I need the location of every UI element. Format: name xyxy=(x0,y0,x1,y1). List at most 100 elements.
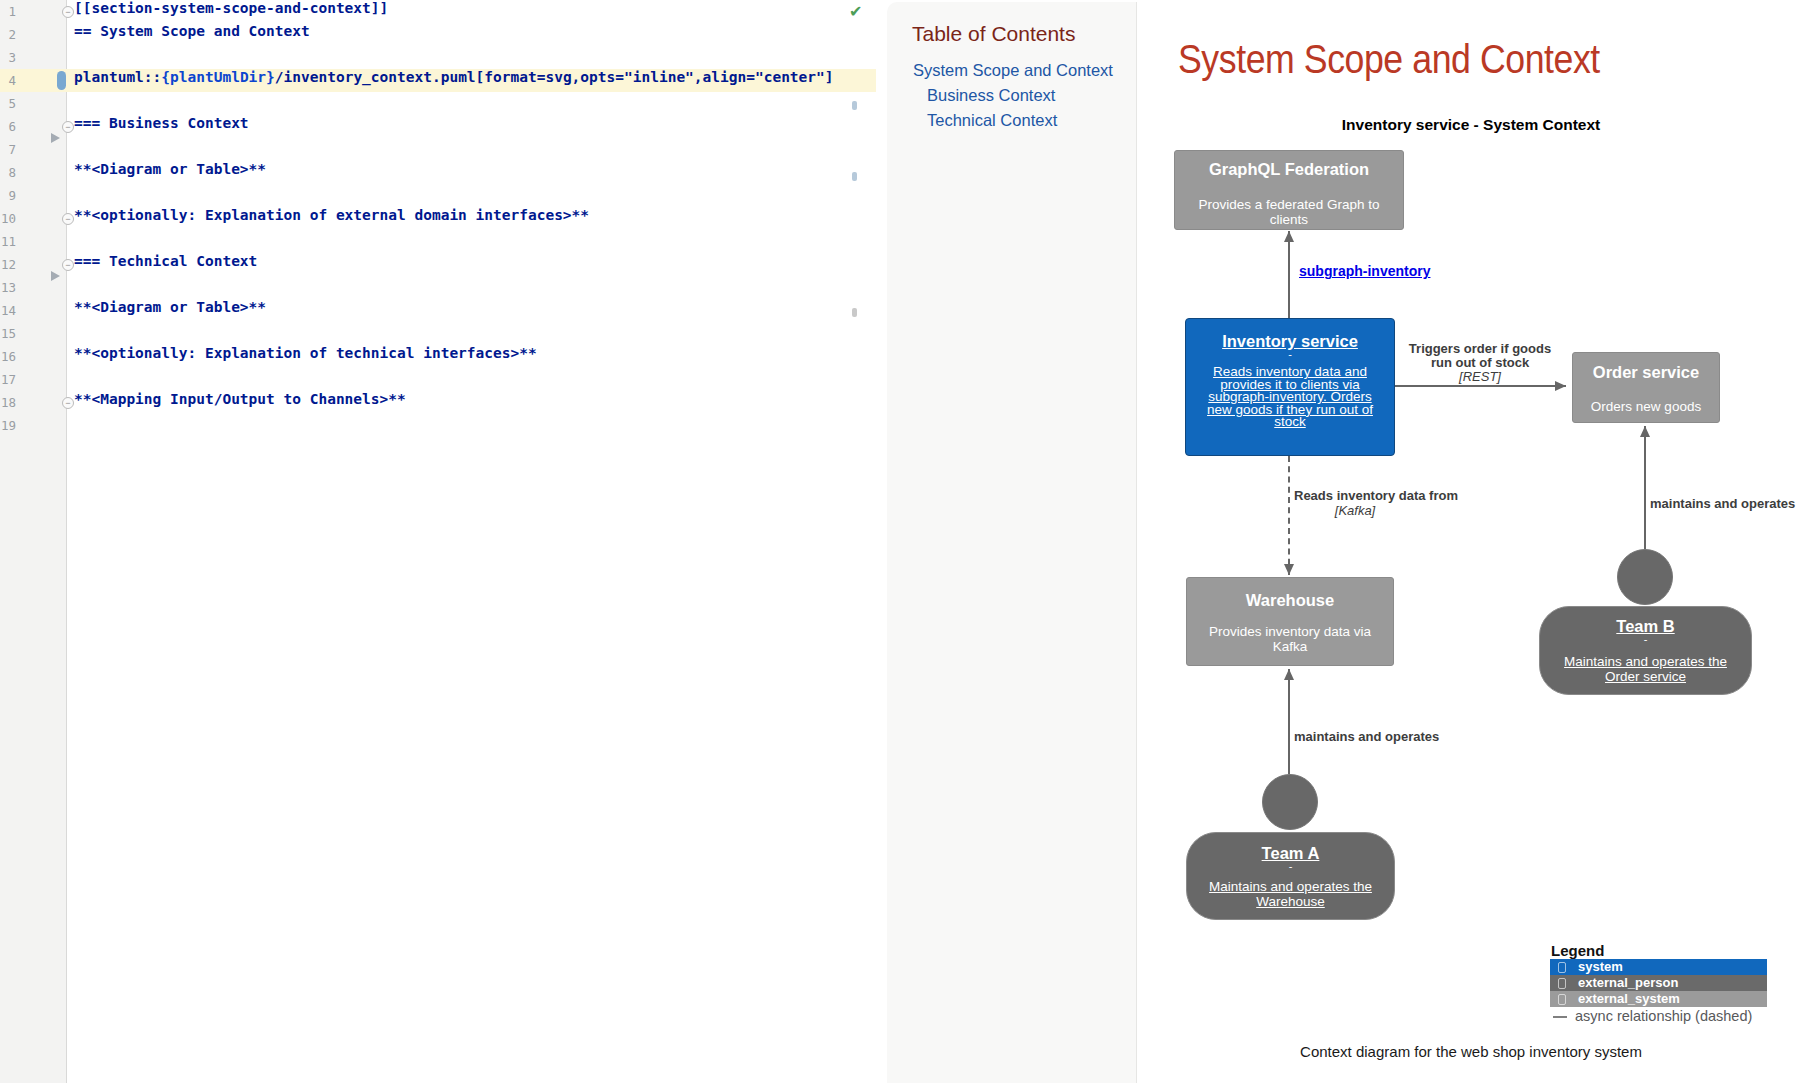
legend-title: Legend xyxy=(1551,942,1604,959)
team-b-head xyxy=(1617,549,1673,605)
legend-box-icon xyxy=(1558,978,1566,989)
team-a-head xyxy=(1262,774,1318,830)
node-description: Maintains and operates the Order service xyxy=(1546,654,1745,684)
legend-box-icon xyxy=(1558,994,1566,1005)
legend-row-external_person: external_person xyxy=(1550,975,1767,991)
toc-item[interactable]: Technical Context xyxy=(927,111,1057,130)
section-marker-icon[interactable] xyxy=(51,271,60,281)
line-number: 13 xyxy=(0,276,16,299)
scrollbar-mark xyxy=(852,308,857,317)
code-segment: **<Mapping Input/Output to Channels>** xyxy=(74,391,406,407)
caret xyxy=(57,71,66,90)
legend-row-system: system xyxy=(1550,959,1767,975)
code-segment: **<optionally: Explanation of external d… xyxy=(74,207,589,223)
line-number: 11 xyxy=(0,230,16,253)
toc-item[interactable]: Business Context xyxy=(927,86,1055,105)
code-line[interactable]: plantuml::{plantUmlDir}/inventory_contex… xyxy=(74,69,834,92)
code-line[interactable]: [[section-system-scope-and-context]] xyxy=(74,0,388,23)
legend-label: external_person xyxy=(1578,975,1678,991)
code-line[interactable]: === Business Context xyxy=(74,115,249,138)
line-number: 3 xyxy=(0,46,16,69)
code-line[interactable]: **<optionally: Explanation of technical … xyxy=(74,345,537,368)
legend-row-external_system: external_system xyxy=(1550,991,1767,1007)
line-number: 10 xyxy=(0,207,16,230)
code-segment: **<Diagram or Table>** xyxy=(74,299,266,315)
code-segment: plantuml:: xyxy=(74,69,161,85)
line-number: 5 xyxy=(0,92,16,115)
arrowhead-team-a-to-warehouse xyxy=(1284,669,1294,680)
fold-icon[interactable]: − xyxy=(62,121,74,133)
edge-label: maintains and operates xyxy=(1294,729,1439,744)
code-line[interactable]: **<Mapping Input/Output to Channels>** xyxy=(74,391,406,414)
code-segment: {plantUmlDir} xyxy=(161,69,275,85)
edge-label: [Kafka] xyxy=(1205,503,1505,518)
toc-panel: Table of Contents System Scope and Conte… xyxy=(887,2,1137,1083)
line-number: 8 xyxy=(0,161,16,184)
edge-team-a-to-warehouse xyxy=(1288,669,1290,774)
node-description: Orders new goods xyxy=(1579,399,1713,414)
diagram-node-team-a[interactable]: Team A-Maintains and operates the Wareho… xyxy=(1186,832,1395,920)
section-marker-icon[interactable] xyxy=(51,133,60,143)
line-number: 14 xyxy=(0,299,16,322)
line-number: 12 xyxy=(0,253,16,276)
edge-inventory-to-graphql xyxy=(1288,231,1290,318)
line-number: 19 xyxy=(0,414,16,437)
code-segment: == System Scope and Context xyxy=(74,23,310,39)
code-line[interactable]: **<Diagram or Table>** xyxy=(74,161,266,184)
line-number: 15 xyxy=(0,322,16,345)
diagram-node-graphql-federation: GraphQL Federation Provides a federated G… xyxy=(1174,150,1404,230)
code-segment: === Business Context xyxy=(74,115,249,131)
toc-item[interactable]: System Scope and Context xyxy=(913,61,1113,80)
diagram-node-inventory-service[interactable]: Inventory service-Reads inventory data a… xyxy=(1185,318,1395,456)
edge-label: Reads inventory data from xyxy=(1294,488,1458,503)
arrowhead-inventory-to-warehouse xyxy=(1284,564,1294,575)
code-segment: [[section-system-scope-and-context]] xyxy=(74,0,388,16)
diagram-node-warehouse: WarehouseProvides inventory data via Kaf… xyxy=(1186,577,1394,666)
arrowhead-team-b-to-order xyxy=(1640,426,1650,437)
node-description: Maintains and operates the Warehouse xyxy=(1193,879,1388,909)
fold-icon[interactable]: − xyxy=(62,6,74,18)
fold-icon[interactable]: − xyxy=(62,259,74,271)
line-number: 7 xyxy=(0,138,16,161)
code-segment: **<optionally: Explanation of technical … xyxy=(74,345,537,361)
code-line[interactable]: == System Scope and Context xyxy=(74,23,310,46)
inspections-ok-icon[interactable]: ✔ xyxy=(849,2,862,21)
legend-label: external_system xyxy=(1578,991,1680,1007)
line-number: 6 xyxy=(0,115,16,138)
code-line[interactable]: **<optionally: Explanation of external d… xyxy=(74,207,589,230)
line-number: 1 xyxy=(0,0,16,23)
fold-icon[interactable]: − xyxy=(62,213,74,225)
code-line[interactable]: **<Diagram or Table>** xyxy=(74,299,266,322)
diagram-title: Inventory service - System Context xyxy=(1171,116,1771,134)
edge-label[interactable]: subgraph-inventory xyxy=(1299,263,1430,279)
scrollbar-mark xyxy=(852,172,857,181)
legend-box-icon xyxy=(1558,962,1566,973)
edge-label: Triggers order if goods xyxy=(1330,341,1630,356)
line-number: 2 xyxy=(0,23,16,46)
node-separator: - xyxy=(1540,636,1751,643)
ide-window: 1−[[section-system-scope-and-context]]2=… xyxy=(0,0,1814,1083)
diagram-node-team-b[interactable]: Team B-Maintains and operates the Order … xyxy=(1539,606,1752,695)
legend-async-note: async relationship (dashed) xyxy=(1553,1008,1752,1024)
edge-label: [REST] xyxy=(1330,369,1630,384)
code-segment: === Technical Context xyxy=(74,253,257,269)
toc-title: Table of Contents xyxy=(912,22,1075,46)
line-number: 4 xyxy=(0,69,16,92)
line-number: 17 xyxy=(0,368,16,391)
page-title: System Scope and Context xyxy=(1178,36,1600,83)
diagram-caption: Context diagram for the web shop invento… xyxy=(1171,1043,1771,1060)
node-title: Warehouse xyxy=(1187,591,1393,610)
node-title: GraphQL Federation xyxy=(1175,160,1403,179)
dash-line-icon xyxy=(1553,1016,1567,1018)
edge-inventory-to-order xyxy=(1395,385,1566,387)
fold-icon[interactable]: − xyxy=(62,397,74,409)
node-separator: - xyxy=(1187,863,1394,870)
edge-team-b-to-order xyxy=(1644,426,1646,549)
line-number: 18 xyxy=(0,391,16,414)
edge-label: run out of stock xyxy=(1330,355,1630,370)
edge-label: maintains and operates xyxy=(1650,496,1795,511)
node-description: Provides a federated Graph to clients xyxy=(1181,197,1397,227)
line-number: 16 xyxy=(0,345,16,368)
code-line[interactable]: === Technical Context xyxy=(74,253,257,276)
scrollbar-mark xyxy=(852,101,857,110)
